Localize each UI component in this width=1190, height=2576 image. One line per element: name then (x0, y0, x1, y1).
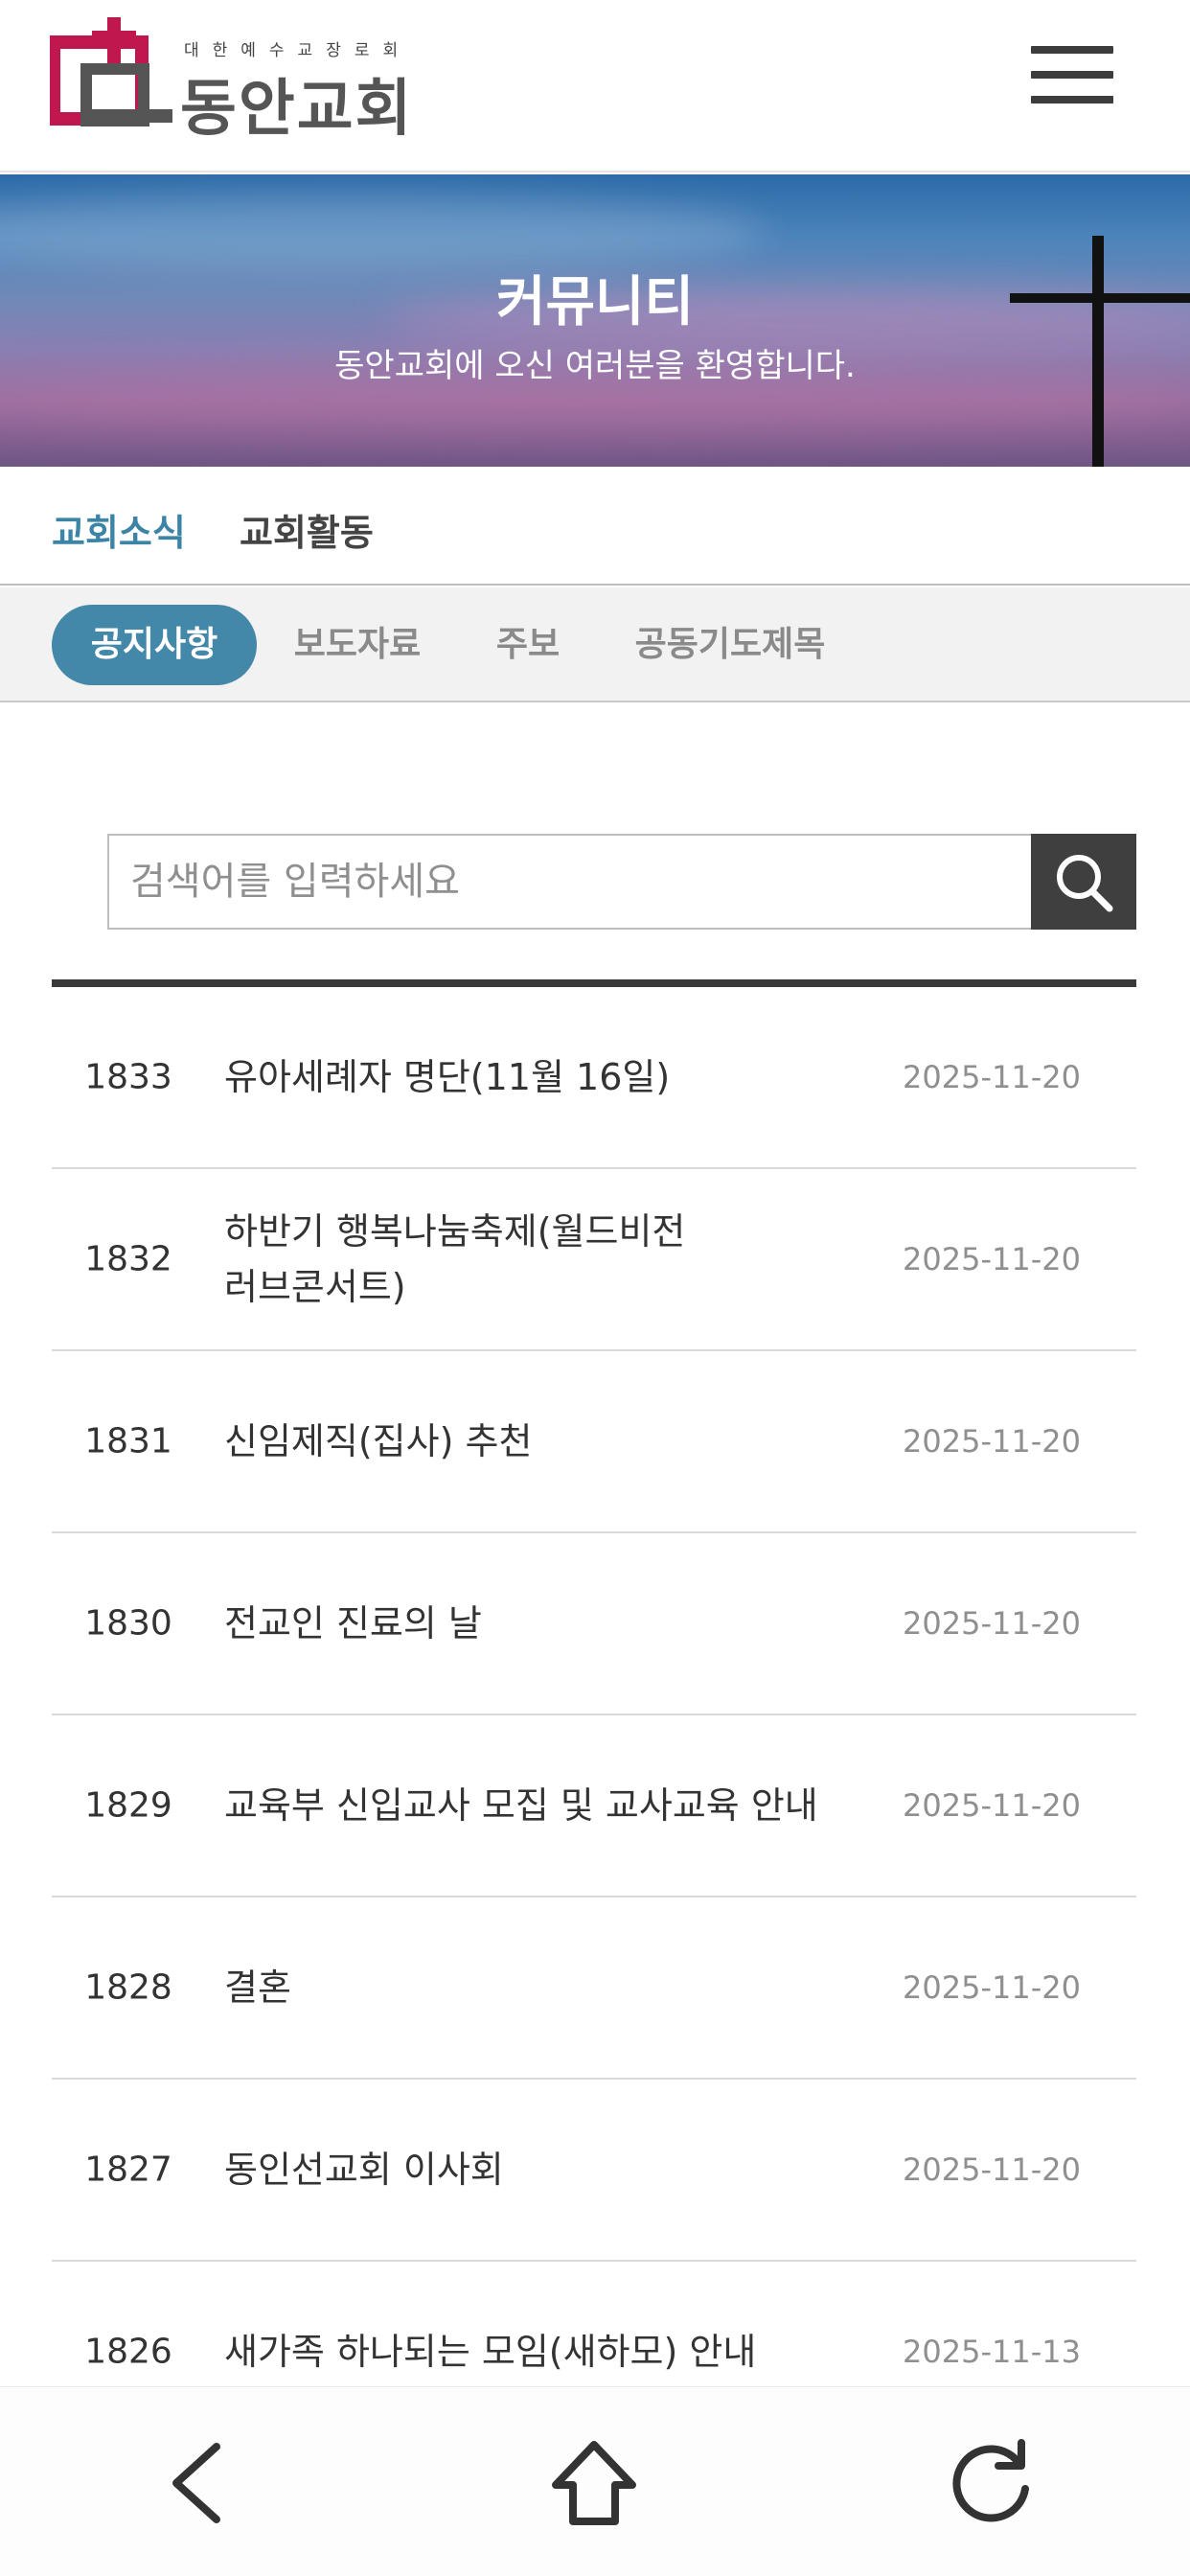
notice-row[interactable]: 1832 하반기 행복나눔축제(월드비전 러브콘서트) 2025-11-20 (52, 1169, 1136, 1351)
notice-number: 1832 (84, 1239, 172, 1279)
tab-church-activities[interactable]: 교회활동 (240, 503, 374, 556)
search-button[interactable] (1031, 834, 1136, 930)
banner-title: 커뮤니티 (495, 271, 695, 334)
notice-row[interactable]: 1827 동인선교회 이사회 2025-11-20 (52, 2080, 1136, 2262)
notice-row[interactable]: 1833 유아세례자 명단(11월 16일) 2025-11-20 (52, 987, 1136, 1169)
church-logo[interactable]: 대한예수교장로회 동안교회 (50, 13, 491, 145)
notice-row[interactable]: 1831 신임제직(집사) 추천 2025-11-20 (52, 1351, 1136, 1533)
primary-tabs: 교회소식 교회활동 (0, 467, 1190, 586)
hamburger-menu-icon[interactable] (1031, 46, 1113, 104)
tab-press-releases[interactable]: 보도자료 (276, 605, 439, 685)
notice-row[interactable]: 1829 교육부 신입교사 모집 및 교사교육 안내 2025-11-20 (52, 1715, 1136, 1898)
notice-date: 2025-11-20 (903, 1787, 1081, 1824)
logo-subtitle: 대한예수교장로회 (184, 41, 412, 60)
notice-number: 1827 (84, 2150, 172, 2190)
notice-title[interactable]: 새가족 하나되는 모임(새하모) 안내 (224, 2324, 857, 2380)
notice-title[interactable]: 교육부 신입교사 모집 및 교사교육 안내 (224, 1778, 857, 1833)
search-icon (1057, 855, 1113, 912)
notice-date: 2025-11-20 (903, 1969, 1081, 2006)
notice-number: 1829 (84, 1785, 172, 1826)
notice-row[interactable]: 1828 결혼 2025-11-20 (52, 1898, 1136, 2080)
notice-number: 1831 (84, 1421, 172, 1461)
secondary-tabs: 공지사항 보도자료 주보 공동기도제목 (0, 587, 1190, 702)
notice-title[interactable]: 전교인 진료의 날 (224, 1596, 799, 1651)
notice-date: 2025-11-13 (903, 2334, 1081, 2370)
notice-title[interactable]: 결혼 (224, 1960, 799, 2015)
notice-date: 2025-11-20 (903, 1423, 1081, 1460)
search-input[interactable] (107, 834, 1033, 930)
notice-title[interactable]: 동인선교회 이사회 (224, 2142, 799, 2197)
notice-date: 2025-11-20 (903, 1605, 1081, 1642)
browser-bottom-nav (0, 2386, 1190, 2576)
notice-row[interactable]: 1830 전교인 진료의 날 2025-11-20 (52, 1533, 1136, 1715)
hero-banner: 커뮤니티 동안교회에 오신 여러분을 환영합니다. (0, 174, 1190, 467)
notice-date: 2025-11-20 (903, 1059, 1081, 1095)
refresh-button[interactable] (945, 2435, 1041, 2531)
logo-title: 동안교회 (180, 74, 414, 145)
tab-prayer-requests[interactable]: 공동기도제목 (619, 605, 841, 685)
notice-number: 1830 (84, 1603, 172, 1644)
list-top-border (52, 979, 1136, 987)
home-icon (552, 2441, 636, 2525)
notice-number: 1828 (84, 1967, 172, 2008)
notice-date: 2025-11-20 (903, 2151, 1081, 2188)
banner-subtitle: 동안교회에 오신 여러분을 환영합니다. (334, 347, 856, 385)
notice-number: 1833 (84, 1057, 172, 1097)
notice-number: 1826 (84, 2332, 172, 2372)
tab-bulletin[interactable]: 주보 (468, 605, 588, 685)
tab-church-news[interactable]: 교회소식 (52, 503, 186, 556)
notice-title[interactable]: 유아세례자 명단(11월 16일) (224, 1049, 799, 1105)
notice-date: 2025-11-20 (903, 1241, 1081, 1277)
notice-title[interactable]: 하반기 행복나눔축제(월드비전 러브콘서트) (224, 1204, 722, 1315)
tab-notices[interactable]: 공지사항 (52, 605, 257, 685)
back-button[interactable] (149, 2435, 245, 2531)
church-logo-icon (50, 17, 172, 126)
home-button[interactable] (546, 2435, 642, 2531)
refresh-icon (952, 2439, 1029, 2522)
notice-title[interactable]: 신임제직(집사) 추천 (224, 1414, 799, 1469)
back-arrow-icon (172, 2443, 220, 2523)
site-header: 대한예수교장로회 동안교회 (0, 0, 1190, 172)
